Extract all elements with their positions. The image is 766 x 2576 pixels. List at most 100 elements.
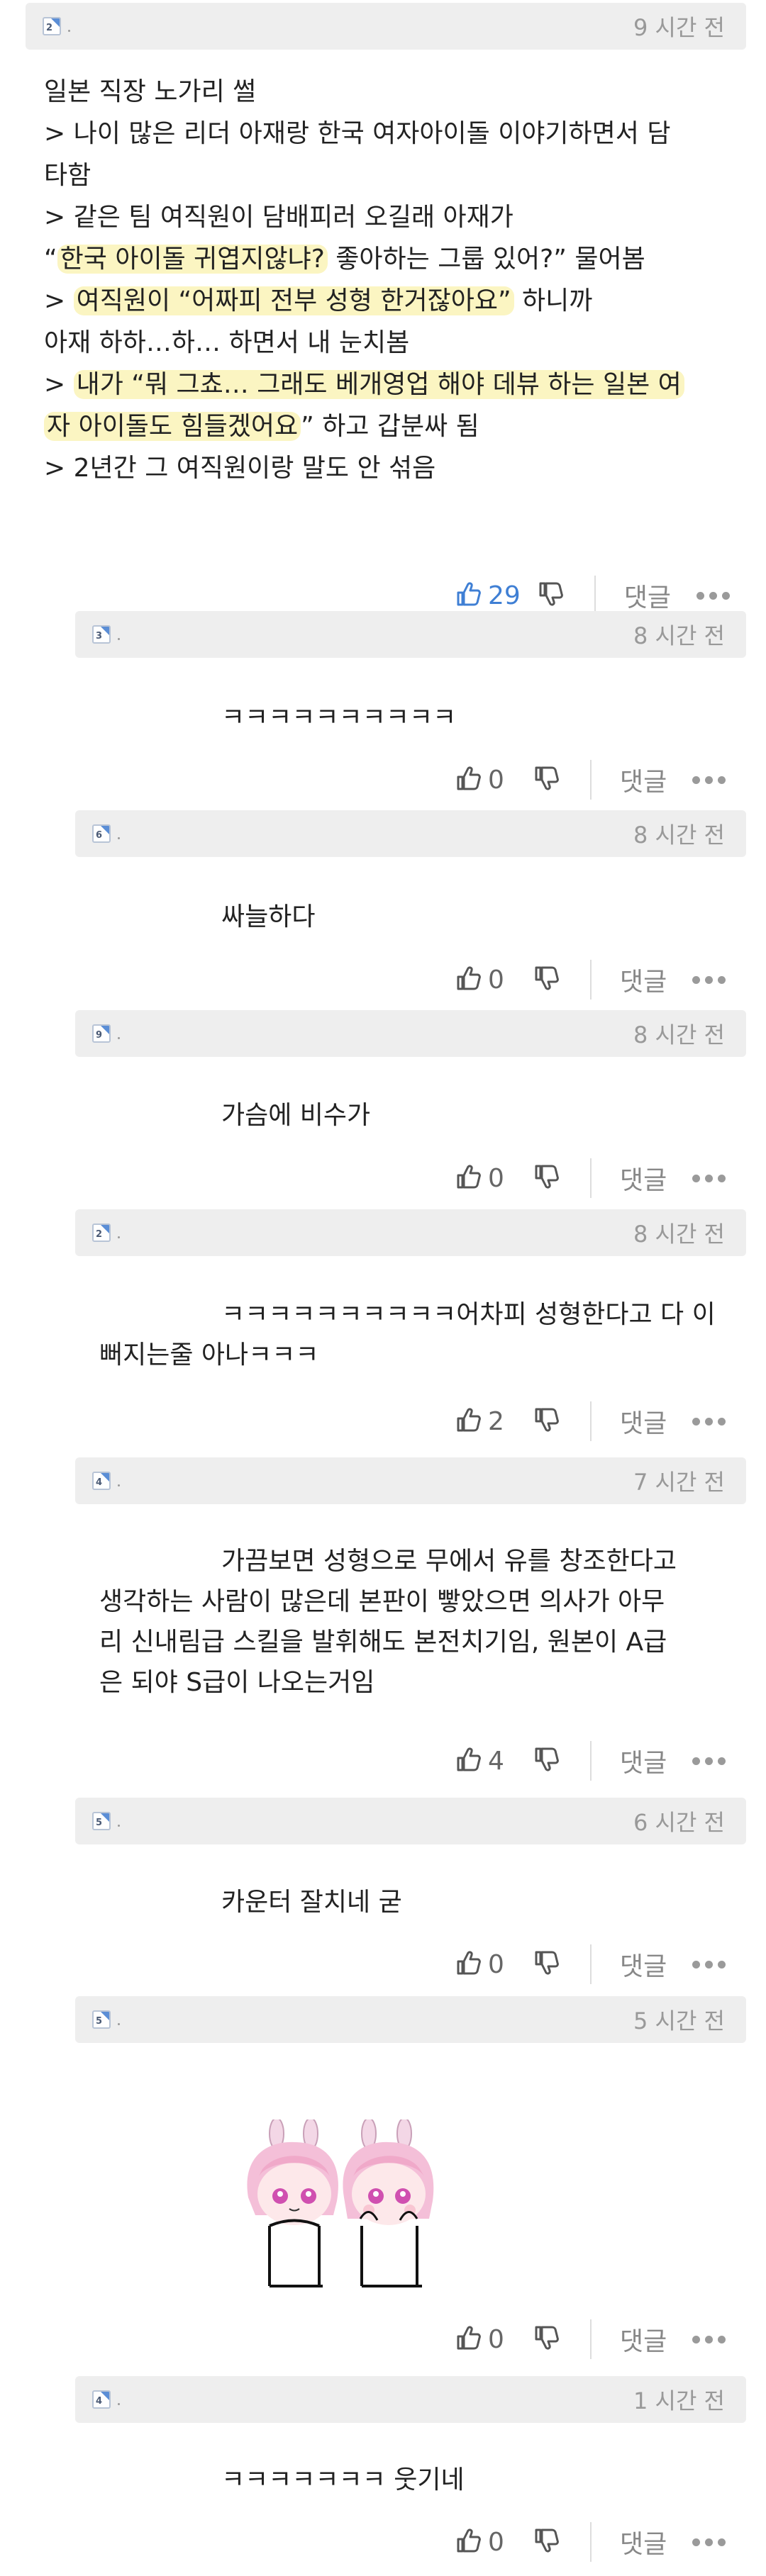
dislike-button[interactable]: [532, 1949, 560, 1980]
reply-line: ㅋㅋㅋㅋㅋㅋㅋㅋㅋㅋ어차피 성형한다고 다 이: [221, 1300, 716, 1329]
more-dots-icon[interactable]: [692, 775, 726, 784]
reply-button[interactable]: 댓글: [620, 2321, 667, 2358]
reply-actions: 0 댓글: [454, 1943, 726, 1986]
dislike-button[interactable]: [532, 2526, 560, 2558]
comment-text: > 2년간 그 여직원이랑 말도 안 섞음: [44, 454, 436, 483]
reply-actions: 0 댓글: [454, 2318, 726, 2361]
like-button[interactable]: 0: [454, 764, 516, 795]
reply-button[interactable]: 댓글: [620, 1742, 667, 1779]
reply-line: 생각하는 사람이 많은데 본판이 빻았으면 의사가 아무: [99, 1587, 665, 1616]
dislike-button[interactable]: [532, 1406, 560, 1437]
reply-header: 4 1 시간 전: [75, 2376, 746, 2423]
action-divider: [590, 1741, 592, 1781]
level-badge-icon: 2: [43, 17, 61, 35]
level-badge-icon: 9: [92, 1024, 111, 1043]
reply-body: ㅋㅋㅋㅋㅋㅋㅋㅋㅋㅋ: [99, 698, 752, 738]
reply-body: 가끔보면 성형으로 무에서 유를 창조한다고생각하는 사람이 많은데 본판이 빻…: [99, 1541, 752, 1703]
comment-line: “한국 아이돌 귀엽지않냐? 좋아하는 그룹 있어?” 물어봄: [44, 238, 753, 280]
like-button[interactable]: 0: [454, 2526, 516, 2558]
more-dots-icon[interactable]: [692, 1960, 726, 1969]
dislike-button[interactable]: [532, 2324, 560, 2355]
username-masked: [118, 836, 120, 839]
more-dots-icon[interactable]: [696, 591, 731, 600]
reply-button[interactable]: 댓글: [620, 1403, 667, 1440]
reply-button[interactable]: 댓글: [620, 1160, 667, 1197]
dislike-button[interactable]: [532, 964, 560, 995]
like-count: 0: [488, 1949, 504, 1979]
level-badge-icon: 5: [92, 1812, 111, 1830]
reply-header: 6 8 시간 전: [75, 810, 746, 857]
action-divider: [590, 1944, 592, 1984]
reply-time: 8 시간 전: [633, 622, 725, 649]
more-dots-icon[interactable]: [692, 975, 726, 984]
reply-line: ㅋㅋㅋㅋㅋㅋㅋ 웃기네: [221, 2465, 465, 2494]
comment-text: “: [44, 245, 57, 274]
reply-line: 가끔보면 성형으로 무에서 유를 창조한다고: [221, 1547, 677, 1576]
like-count: 0: [488, 2324, 504, 2354]
reply-actions: 2 댓글: [454, 1400, 726, 1443]
thumbs-up-icon: [454, 1745, 482, 1776]
thumbs-down-icon: [532, 964, 560, 995]
thumbs-up-icon: [454, 764, 482, 795]
dislike-button[interactable]: [536, 580, 565, 611]
like-button[interactable]: 29: [454, 580, 521, 611]
anime-sticker-image: [227, 2117, 454, 2290]
more-dots-icon[interactable]: [692, 1174, 726, 1182]
like-button[interactable]: 0: [454, 1949, 516, 1980]
comment-header: 2 9 시간 전: [26, 3, 746, 50]
username-masked: [68, 29, 70, 32]
dislike-button[interactable]: [532, 1745, 560, 1776]
level-badge-icon: 6: [92, 824, 111, 843]
like-button[interactable]: 0: [454, 1163, 516, 1194]
comment-text: 일본 직장 노가리 썰: [44, 77, 257, 106]
reply-button[interactable]: 댓글: [620, 1946, 667, 1983]
more-dots-icon[interactable]: [692, 1757, 726, 1765]
more-dots-icon[interactable]: [692, 2538, 726, 2546]
reply-time: 7 시간 전: [633, 1469, 725, 1496]
like-count: 0: [488, 765, 504, 795]
comment-text: 아재 하하…하… 하면서 내 눈치봄: [44, 328, 410, 357]
reply-header: 9 8 시간 전: [75, 1010, 746, 1057]
sticker-character-right: [343, 2117, 434, 2287]
highlighted-text: 내가 “뭐 그쵸… 그래도 베개영업 해야 데뷰 하는 일본 여: [73, 370, 684, 399]
like-count: 0: [488, 2527, 504, 2557]
like-button[interactable]: 0: [454, 2324, 516, 2355]
reply-body: ㅋㅋㅋㅋㅋㅋㅋ 웃기네: [99, 2460, 752, 2500]
like-count: 0: [488, 965, 504, 995]
thumbs-down-icon: [532, 764, 560, 795]
thumbs-down-icon: [532, 1745, 560, 1776]
comment-line: > 2년간 그 여직원이랑 말도 안 섞음: [44, 447, 753, 489]
like-button[interactable]: 2: [454, 1406, 516, 1437]
action-divider: [590, 1401, 592, 1441]
reply-button[interactable]: 댓글: [624, 577, 671, 614]
level-badge-icon: 2: [92, 1223, 111, 1242]
reply-time: 5 시간 전: [633, 2007, 725, 2034]
like-button[interactable]: 4: [454, 1745, 516, 1776]
dislike-button[interactable]: [532, 1163, 560, 1194]
reply-button[interactable]: 댓글: [620, 961, 667, 998]
thumbs-up-icon: [454, 2526, 482, 2558]
reply-time: 8 시간 전: [633, 1021, 725, 1048]
action-divider: [590, 1158, 592, 1198]
reply-button[interactable]: 댓글: [620, 761, 667, 798]
comment-text: > 나이 많은 리더 아재랑 한국 여자아이돌 이야기하면서 담: [44, 119, 671, 148]
level-badge-icon: 5: [92, 2010, 111, 2029]
like-count: 4: [488, 1746, 504, 1776]
reply-time: 1 시간 전: [633, 2387, 725, 2414]
more-dots-icon[interactable]: [692, 2335, 726, 2343]
action-divider: [590, 2522, 592, 2562]
reply-actions: 0 댓글: [454, 758, 726, 801]
username-masked: [118, 2022, 120, 2025]
more-dots-icon[interactable]: [692, 1417, 726, 1426]
like-count: 2: [488, 1406, 504, 1436]
reply-time: 8 시간 전: [633, 1221, 725, 1248]
like-button[interactable]: 0: [454, 964, 516, 995]
action-divider: [590, 760, 592, 800]
thumbs-up-icon: [454, 1163, 482, 1194]
comment-line: > 같은 팀 여직원이 담배피러 오길래 아재가: [44, 196, 753, 238]
comment-line: 일본 직장 노가리 썰: [44, 71, 753, 113]
dislike-button[interactable]: [532, 764, 560, 795]
comment-text: 타함: [44, 161, 91, 190]
reply-line: 리 신내림급 스킬을 발휘해도 본전치기임, 원본이 A급: [99, 1628, 667, 1657]
reply-button[interactable]: 댓글: [620, 2524, 667, 2560]
